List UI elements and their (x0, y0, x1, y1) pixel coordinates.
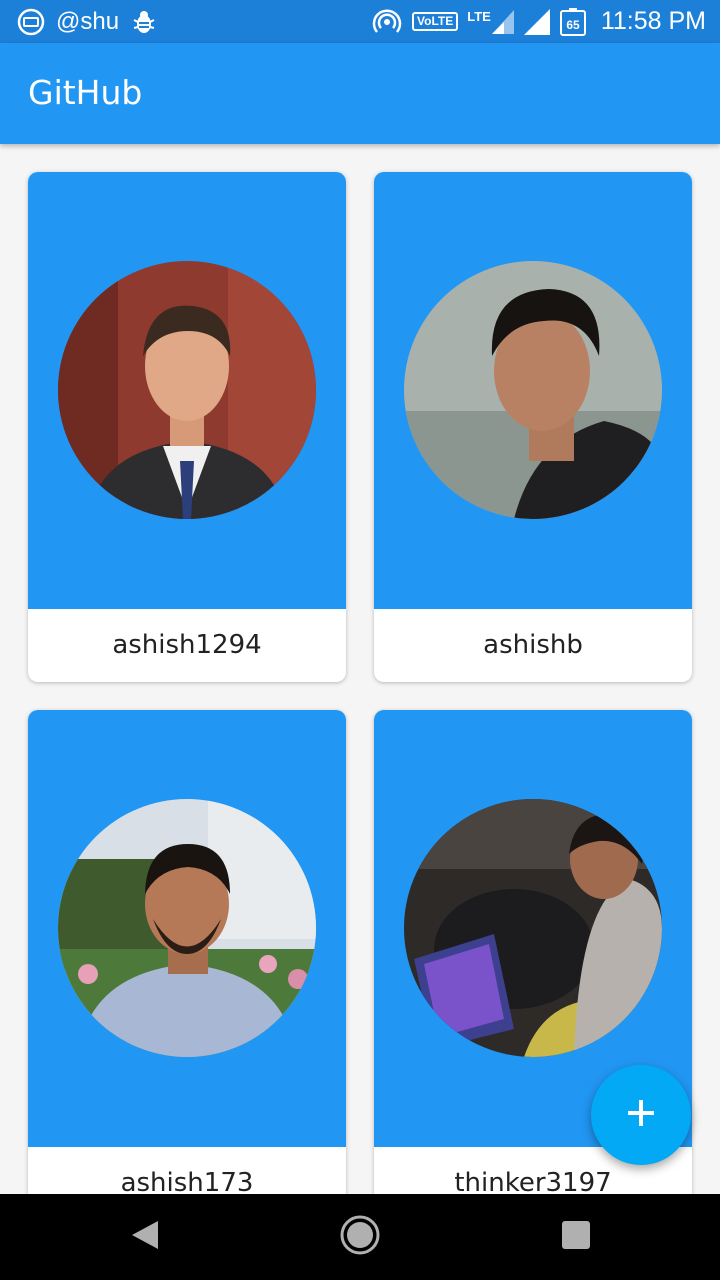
lte-label: LTE (467, 9, 491, 24)
tv-icon (17, 8, 45, 36)
navigation-bar (0, 1194, 720, 1280)
user-card[interactable]: ashish1294 (28, 172, 346, 682)
card-header (374, 172, 692, 609)
username-label: ashish1294 (112, 630, 262, 660)
bug-icon (130, 8, 158, 36)
hotspot-icon (372, 7, 402, 37)
recents-button[interactable] (531, 1194, 621, 1280)
back-icon (130, 1219, 160, 1255)
avatar (404, 261, 662, 519)
user-grid: ashish1294 ashishb ashish173 thinker3197 (0, 144, 720, 1194)
status-time: 11:58 PM (600, 7, 706, 35)
avatar (404, 799, 662, 1057)
user-card[interactable]: ashishb (374, 172, 692, 682)
card-header (28, 172, 346, 609)
recents-icon (561, 1220, 591, 1254)
user-card[interactable]: ashish173 (28, 710, 346, 1194)
back-button[interactable] (100, 1194, 190, 1280)
status-bar: @shu VoLTE LTE 65 11:58 PM (0, 0, 720, 43)
battery-level: 65 (566, 18, 580, 32)
signal-icon (523, 8, 550, 35)
app-title: GitHub (28, 73, 143, 112)
add-user-button[interactable] (591, 1065, 691, 1165)
status-handle: @shu (56, 7, 120, 35)
avatar (58, 799, 316, 1057)
lte-signal-icon (491, 9, 514, 34)
username-label: ashishb (483, 630, 583, 660)
home-icon (339, 1214, 381, 1260)
plus-icon (626, 1098, 656, 1132)
avatar (58, 261, 316, 519)
home-button[interactable] (315, 1194, 405, 1280)
card-header (28, 710, 346, 1147)
volte-badge: VoLTE (412, 12, 459, 31)
battery-icon: 65 (559, 7, 586, 36)
username-label: ashish173 (120, 1168, 254, 1194)
app-bar: GitHub (0, 43, 720, 144)
